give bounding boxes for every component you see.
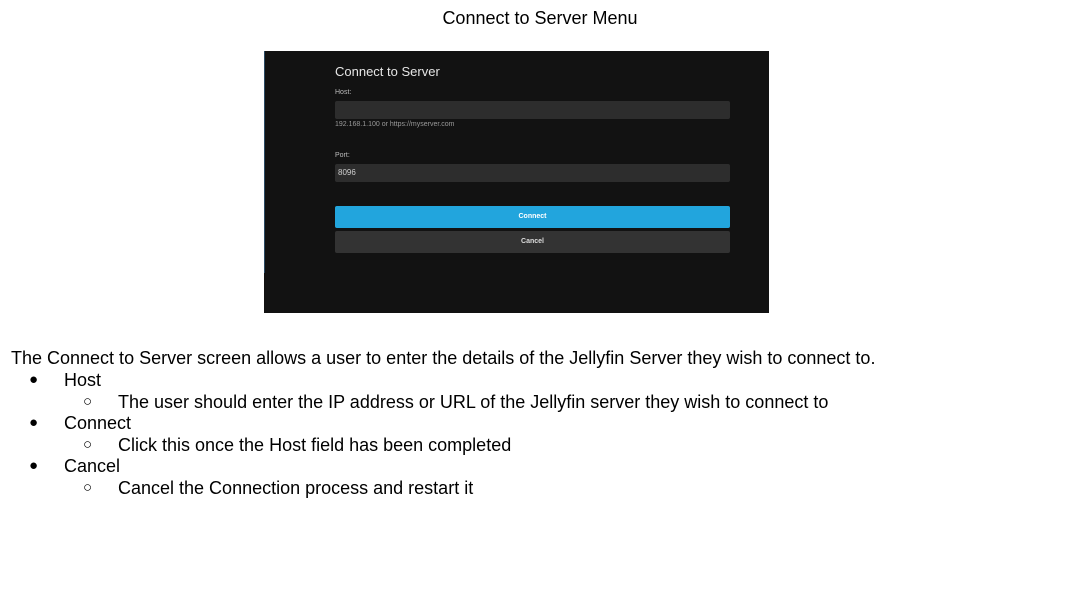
sub-bullet-icon: ○ — [83, 392, 93, 410]
dialog-title: Connect to Server — [335, 64, 440, 79]
list-item: ● Connect — [0, 412, 1080, 434]
port-value: 8096 — [338, 168, 356, 177]
list-item-label: Host — [64, 370, 102, 390]
list-item-detail: Cancel the Connection process and restar… — [118, 477, 474, 498]
list-item: ○ The user should enter the IP address o… — [0, 391, 1080, 413]
bullet-list: ● Host ○ The user should enter the IP ad… — [0, 369, 1080, 498]
host-label: Host: — [335, 89, 352, 96]
document-title: Connect to Server Menu — [442, 8, 638, 28]
list-item-label: Connect — [64, 413, 132, 433]
list-item: ● Host — [0, 369, 1080, 391]
screenshot-edge — [264, 51, 265, 273]
list-item: ○ Cancel the Connection process and rest… — [0, 477, 1080, 499]
bullet-icon: ● — [29, 414, 39, 431]
host-hint: 192.168.1.100 or https://myserver.com — [335, 121, 455, 128]
connect-button[interactable]: Connect — [335, 206, 730, 228]
sub-bullet-icon: ○ — [83, 478, 93, 496]
bullet-icon: ● — [29, 371, 39, 388]
cancel-button[interactable]: Cancel — [335, 231, 730, 253]
list-item-label: Cancel — [64, 456, 121, 476]
port-input[interactable]: 8096 — [335, 164, 730, 182]
connect-dialog-screenshot: Connect to Server Host: 192.168.1.100 or… — [264, 51, 769, 313]
sub-bullet-icon: ○ — [83, 435, 93, 453]
list-item: ● Cancel — [0, 455, 1080, 477]
list-item-detail: Click this once the Host field has been … — [118, 434, 512, 455]
port-label: Port: — [335, 152, 350, 159]
intro-paragraph: The Connect to Server screen allows a us… — [11, 348, 876, 368]
bullet-icon: ● — [29, 457, 39, 474]
list-item: ○ Click this once the Host field has bee… — [0, 434, 1080, 456]
host-input[interactable] — [335, 101, 730, 119]
list-item-detail: The user should enter the IP address or … — [118, 391, 829, 412]
